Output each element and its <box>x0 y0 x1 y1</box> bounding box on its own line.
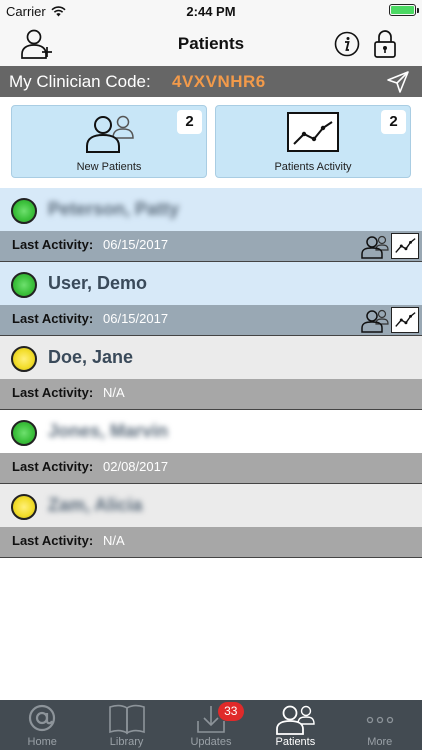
tab-patients[interactable]: Patients <box>253 700 337 750</box>
new-patients-icon <box>86 115 134 153</box>
tab-updates-label: Updates <box>190 736 232 748</box>
last-activity-label: Last Activity: <box>12 459 94 474</box>
at-icon <box>29 704 56 732</box>
status-green-icon <box>11 420 37 446</box>
patient-row-activity: Last Activity: 06/15/2017 <box>0 231 422 261</box>
activity-indicator-icon <box>391 233 419 259</box>
new-patient-indicator-icon <box>361 309 389 333</box>
new-patients-card[interactable]: New Patients 2 <box>11 105 207 178</box>
patient-row[interactable]: Doe, Jane Last Activity: N/A <box>0 336 422 410</box>
patient-name: Peterson, Patty <box>48 199 180 219</box>
status-right <box>389 4 419 16</box>
summary-cards: New Patients 2 Patients Activity 2 <box>0 97 422 188</box>
patient-list: Peterson, Patty Last Activity: 06/15/201… <box>0 188 422 558</box>
patients-activity-label: Patients Activity <box>274 161 352 173</box>
patient-row-activity: Last Activity: 02/08/2017 <box>0 453 422 483</box>
last-activity-date: 06/15/2017 <box>103 311 169 326</box>
battery-icon <box>389 4 419 16</box>
last-activity-label: Last Activity: <box>12 237 94 252</box>
status-yellow-icon <box>11 346 37 372</box>
activity-indicator-icon <box>391 307 419 333</box>
updates-badge: 33 <box>217 702 244 721</box>
more-icon <box>366 716 393 724</box>
last-activity-date: 02/08/2017 <box>103 459 169 474</box>
patient-row-header: User, Demo <box>0 262 422 306</box>
tab-updates[interactable]: 33 Updates <box>169 700 253 750</box>
patient-row-header: Jones, Marvin <box>0 410 422 454</box>
last-activity-label: Last Activity: <box>12 311 94 326</box>
last-activity-label: Last Activity: <box>12 385 94 400</box>
new-patient-indicator-icon <box>361 235 389 259</box>
last-activity-label: Last Activity: <box>12 533 94 548</box>
patients-activity-card[interactable]: Patients Activity 2 <box>215 105 411 178</box>
tab-bar: Home Library 33 Updates Patients More <box>0 700 422 750</box>
patients-icon <box>276 705 316 735</box>
patient-row-activity: Last Activity: N/A <box>0 379 422 409</box>
new-patients-count: 2 <box>177 110 202 134</box>
patient-name: Doe, Jane <box>48 347 134 367</box>
tab-home-label: Home <box>27 736 57 748</box>
clinician-code-value: 4VXVNHR6 <box>172 72 266 91</box>
book-icon <box>108 704 145 735</box>
battery-level <box>391 6 414 14</box>
last-activity-date: 06/15/2017 <box>103 237 169 252</box>
activity-chart-icon <box>287 112 339 152</box>
info-icon[interactable] <box>334 31 360 57</box>
row-indicator-icons <box>361 307 419 333</box>
patient-row-header: Peterson, Patty <box>0 188 422 232</box>
tab-home[interactable]: Home <box>0 700 84 750</box>
status-bar: Carrier 2:44 PM <box>0 0 422 22</box>
new-patients-label: New Patients <box>76 161 142 173</box>
last-activity-date: N/A <box>103 533 125 548</box>
status-green-icon <box>11 272 37 298</box>
patient-row[interactable]: Zam, Alicia Last Activity: N/A <box>0 484 422 558</box>
send-icon[interactable] <box>386 70 410 94</box>
tab-patients-label: Patients <box>275 736 316 748</box>
tab-library-label: Library <box>109 736 144 748</box>
patient-row-header: Doe, Jane <box>0 336 422 380</box>
tab-more[interactable]: More <box>338 700 422 750</box>
patient-row-header: Zam, Alicia <box>0 484 422 528</box>
lock-icon[interactable] <box>373 29 397 59</box>
clinician-code-label: My Clinician Code: <box>9 72 151 91</box>
status-time: 2:44 PM <box>186 4 236 19</box>
patient-row[interactable]: User, Demo Last Activity: 06/15/2017 <box>0 262 422 336</box>
tab-more-label: More <box>367 736 393 748</box>
last-activity-date: N/A <box>103 385 125 400</box>
patient-name: Zam, Alicia <box>48 495 143 515</box>
patient-row[interactable]: Jones, Marvin Last Activity: 02/08/2017 <box>0 410 422 484</box>
patient-name: User, Demo <box>48 273 148 293</box>
status-yellow-icon <box>11 494 37 520</box>
clinician-code-bar: My Clinician Code: 4VXVNHR6 <box>0 66 422 97</box>
status-green-icon <box>11 198 37 224</box>
patients-activity-count: 2 <box>381 110 406 134</box>
patient-row[interactable]: Peterson, Patty Last Activity: 06/15/201… <box>0 188 422 262</box>
row-indicator-icons <box>361 233 419 259</box>
patient-name: Jones, Marvin <box>48 421 169 441</box>
patient-row-activity: Last Activity: N/A <box>0 527 422 557</box>
nav-bar: Patients <box>0 22 422 66</box>
patient-row-activity: Last Activity: 06/15/2017 <box>0 305 422 335</box>
tab-library[interactable]: Library <box>84 700 168 750</box>
